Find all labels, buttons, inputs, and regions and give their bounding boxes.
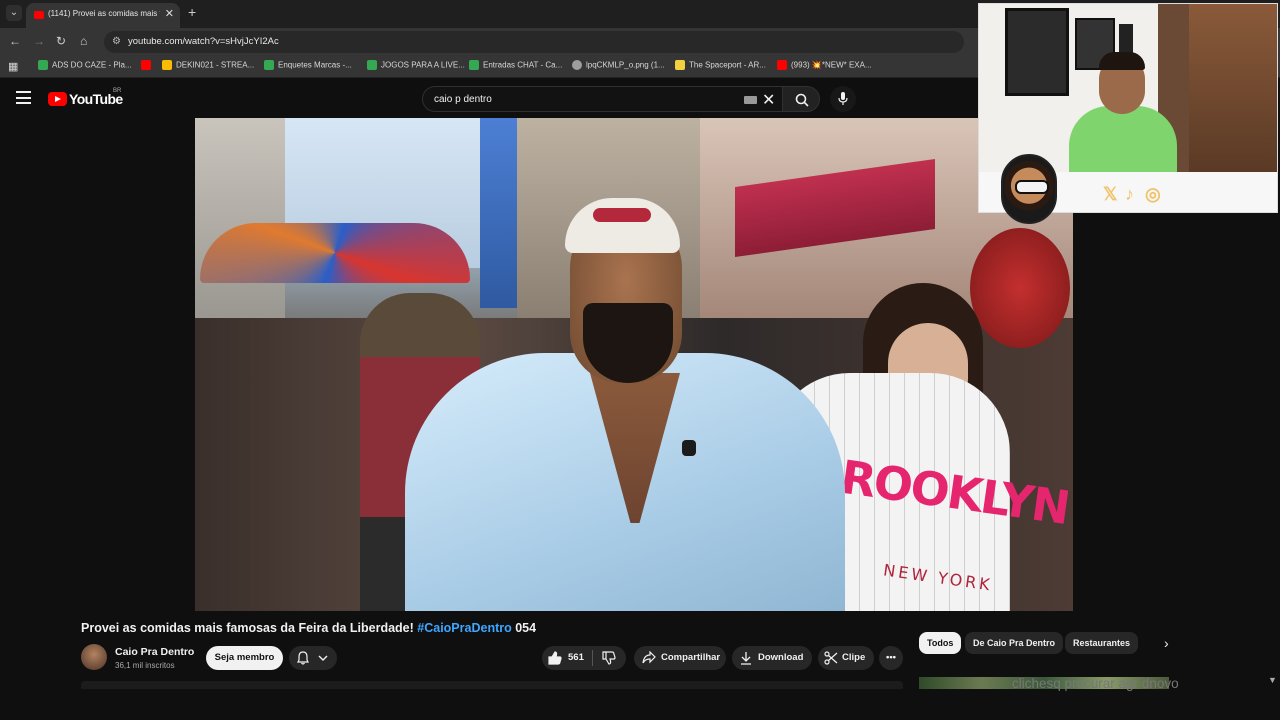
wall-poster: [1005, 8, 1069, 96]
x-icon: 𝕏: [1103, 184, 1118, 204]
video-title-text: Provei as comidas mais famosas da Feira …: [81, 621, 414, 635]
chevron-down-icon: [318, 655, 328, 661]
chevron-right-icon[interactable]: ›: [1164, 635, 1169, 651]
video-title: Provei as comidas mais famosas da Feira …: [81, 621, 536, 635]
bookmark-item[interactable]: ADS DO CAZE - Pla...: [38, 60, 132, 74]
youtube-logo-icon[interactable]: [48, 92, 67, 106]
spaceport-icon: [675, 60, 685, 70]
tiktok-icon: ♪: [1125, 184, 1134, 204]
notification-bell-button[interactable]: [289, 646, 337, 670]
like-dislike-group: 561: [542, 646, 626, 670]
chat-overlay-text: clichesq procurar agr dnovo: [1012, 676, 1179, 691]
address-bar[interactable]: ⚙ youtube.com/watch?v=sHvjJcYI2Ac: [104, 31, 964, 53]
search-query[interactable]: caio p dentro: [434, 94, 492, 105]
new-tab-icon[interactable]: +: [188, 4, 196, 20]
wooden-shelf: [1189, 4, 1277, 172]
bookmark-item[interactable]: (993) 💥*NEW* EXA...: [777, 60, 872, 74]
bell-icon: [297, 651, 309, 665]
like-icon[interactable]: [548, 651, 562, 665]
share-button[interactable]: Compartilhar: [634, 646, 726, 670]
back-icon[interactable]: ←: [9, 34, 21, 48]
description-box[interactable]: [81, 681, 903, 689]
keyboard-icon[interactable]: [744, 96, 757, 104]
dislike-icon[interactable]: [602, 651, 616, 665]
tab-title: (1141) Provei as comidas mais famosas: [48, 9, 160, 18]
wall-poster: [1119, 24, 1133, 54]
lapel-mic: [682, 440, 696, 456]
download-button[interactable]: Download: [732, 646, 812, 670]
youtube-favicon-icon: [34, 11, 44, 19]
chip-restaurants[interactable]: Restaurantes: [1065, 632, 1139, 654]
search-icon: [795, 93, 809, 107]
bookmark-item[interactable]: JOGOS PARA A LIVE...: [367, 60, 465, 74]
bookmark-item[interactable]: Enquetes Marcas -...: [264, 60, 352, 74]
like-divider: [592, 650, 593, 666]
video-title-suffix: 054: [515, 621, 537, 635]
subscriber-count: 36,1 mil inscritos: [115, 661, 175, 670]
clip-label: Clipe: [842, 652, 866, 663]
webcam-overlay: 𝕏 ♪ ◎: [978, 3, 1278, 224]
browser-tab[interactable]: (1141) Provei as comidas mais famosas ✕: [26, 3, 180, 28]
cap-logo: [593, 208, 651, 222]
bookmark-item[interactable]: Entradas CHAT - Ca...: [469, 60, 562, 74]
like-count[interactable]: 561: [568, 646, 584, 670]
share-icon: [642, 651, 656, 664]
scissors-icon: [824, 651, 838, 665]
region-code: BR: [113, 88, 122, 94]
search-button[interactable]: [782, 86, 820, 112]
microphone-icon: [838, 92, 848, 105]
channel-name[interactable]: Caio Pra Dentro: [115, 646, 194, 658]
sheets-icon: [367, 60, 377, 70]
video-umbrella: [200, 223, 470, 283]
video-player[interactable]: BROOKLYN NEW YORK: [195, 118, 1073, 611]
youtube-icon: [777, 60, 787, 70]
forward-icon[interactable]: →: [33, 34, 45, 48]
download-label: Download: [758, 652, 804, 663]
share-label: Compartilhar: [661, 652, 721, 663]
voice-search-button[interactable]: [830, 86, 856, 112]
instagram-icon: ◎: [1145, 184, 1161, 204]
sheets-icon: [38, 60, 48, 70]
youtube-icon: [141, 60, 151, 70]
webcam-scene: [979, 4, 1277, 172]
sheets-icon: [469, 60, 479, 70]
download-icon: [741, 652, 751, 665]
url-text[interactable]: youtube.com/watch?v=sHvjJcYI2Ac: [128, 36, 279, 47]
bookmark-item[interactable]: The Spaceport - AR...: [675, 60, 766, 74]
search-input[interactable]: caio p dentro ✕: [422, 86, 782, 112]
streamer-avatar-icon: [1001, 154, 1057, 224]
bookmark-item[interactable]: lpqCKMLP_o.png (1...: [572, 60, 665, 74]
channel-avatar[interactable]: [81, 644, 107, 670]
more-actions-button[interactable]: •••: [879, 646, 903, 670]
bookmark-item[interactable]: [141, 60, 155, 74]
apps-grid-icon[interactable]: ▦: [8, 60, 18, 74]
close-tab-icon[interactable]: ✕: [165, 7, 174, 20]
sheets-icon: [264, 60, 274, 70]
menu-icon[interactable]: [16, 91, 31, 104]
clip-button[interactable]: Clipe: [818, 646, 874, 670]
video-building: [480, 118, 520, 308]
video-info-area: Provei as comidas mais famosas da Feira …: [0, 611, 1280, 720]
chip-from-channel[interactable]: De Caio Pra Dentro: [965, 632, 1064, 654]
drive-icon: [162, 60, 172, 70]
home-icon[interactable]: ⌂: [80, 34, 87, 48]
more-icon: •••: [886, 652, 896, 663]
tab-search-icon[interactable]: ⌄: [6, 5, 22, 21]
globe-icon: [572, 60, 582, 70]
join-button[interactable]: Seja membro: [206, 646, 283, 670]
streamer: [1069, 52, 1177, 172]
chip-all[interactable]: Todos: [919, 632, 962, 654]
bookmark-item[interactable]: DEKIN021 - STREA...: [162, 60, 254, 74]
reload-icon[interactable]: ↻: [56, 34, 66, 48]
hashtag-link[interactable]: #CaioPraDentro: [417, 621, 511, 635]
site-info-icon[interactable]: ⚙: [112, 36, 121, 47]
clear-search-icon[interactable]: ✕: [762, 90, 775, 110]
